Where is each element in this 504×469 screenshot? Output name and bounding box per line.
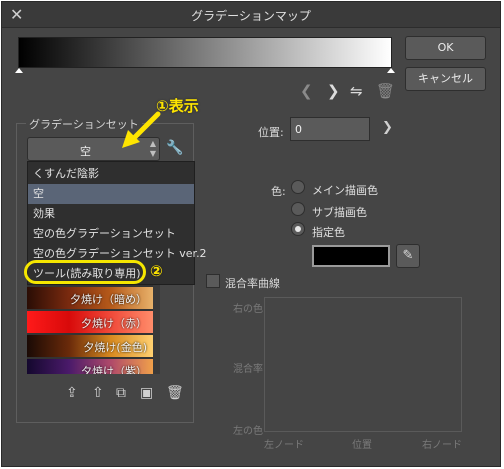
radio-specified-color-label: 指定色: [312, 226, 345, 239]
gradient-preset-list[interactable]: 夕焼け（暗め） 夕焼け（赤） 夕焼け(金色) 夕焼け（紫）: [27, 285, 160, 374]
radio-specified-color[interactable]: [291, 222, 305, 236]
color-label: 色:: [271, 185, 286, 198]
trash-icon[interactable]: 🗑: [376, 82, 395, 100]
trash-icon[interactable]: 🗑: [166, 385, 184, 401]
dropdown-item[interactable]: 効果: [28, 204, 194, 224]
dropdown-item[interactable]: くすんだ陰影: [28, 164, 194, 184]
ok-button[interactable]: OK: [405, 36, 486, 60]
eyedropper-icon[interactable]: ✎: [396, 244, 420, 268]
import-icon[interactable]: ⇪: [66, 385, 78, 401]
radio-main-color[interactable]: [291, 180, 305, 194]
annotation-highlight-ring: [24, 260, 146, 284]
window-title: グラデーションマップ: [191, 9, 311, 23]
color-swatch[interactable]: [312, 245, 390, 267]
cancel-button[interactable]: キャンセル: [405, 67, 486, 91]
annotation-step2: ②: [150, 262, 163, 280]
list-item[interactable]: 夕焼け（暗め）: [27, 287, 153, 309]
dropdown-item[interactable]: 空の色グラデーションセット: [28, 224, 194, 244]
y-axis-mid-label: 混合率: [233, 364, 263, 375]
x-axis-right-label: 右ノード: [422, 440, 462, 451]
annotation-step1: ①表示: [156, 97, 199, 115]
chevron-right-icon[interactable]: ❯: [327, 82, 340, 100]
reverse-gradient-icon[interactable]: ⇋: [350, 82, 363, 100]
blend-curve-graph[interactable]: [264, 297, 462, 432]
duplicate-icon[interactable]: ⧉: [116, 385, 126, 401]
chevron-right-icon[interactable]: ❯: [382, 120, 393, 135]
blend-curve-checkbox[interactable]: [206, 274, 220, 288]
scrollbar[interactable]: [153, 285, 160, 374]
position-input[interactable]: 0: [290, 117, 370, 141]
x-axis-mid-label: 位置: [352, 440, 372, 451]
x-axis-left-label: 左ノード: [264, 440, 304, 451]
title-bar: ✕ グラデーションマップ: [2, 2, 500, 28]
add-preset-icon[interactable]: ▣: [140, 385, 153, 401]
wrench-icon[interactable]: 🔧: [166, 140, 183, 156]
dropdown-item-selected[interactable]: 空: [28, 184, 194, 204]
gradient-preview-bar[interactable]: [18, 37, 392, 68]
radio-sub-color-label: サブ描画色: [312, 206, 367, 219]
right-node-marker[interactable]: [387, 68, 395, 73]
annotation-arrow-icon: [122, 111, 161, 148]
list-item[interactable]: 夕焼け（紫）: [27, 359, 153, 374]
y-axis-top-label: 右の色: [233, 304, 263, 315]
position-label: 位置:: [258, 126, 284, 139]
y-axis-bottom-label: 左の色: [233, 426, 263, 437]
radio-main-color-label: メイン描画色: [312, 184, 378, 197]
export-icon[interactable]: ⇧: [92, 385, 104, 401]
blend-curve-label: 混合率曲線: [225, 277, 280, 290]
left-node-marker[interactable]: [15, 68, 23, 73]
list-item[interactable]: 夕焼け(金色): [27, 335, 153, 357]
chevron-left-icon[interactable]: ❮: [300, 82, 313, 100]
list-item[interactable]: 夕焼け（赤）: [27, 311, 153, 333]
radio-sub-color[interactable]: [291, 202, 305, 216]
